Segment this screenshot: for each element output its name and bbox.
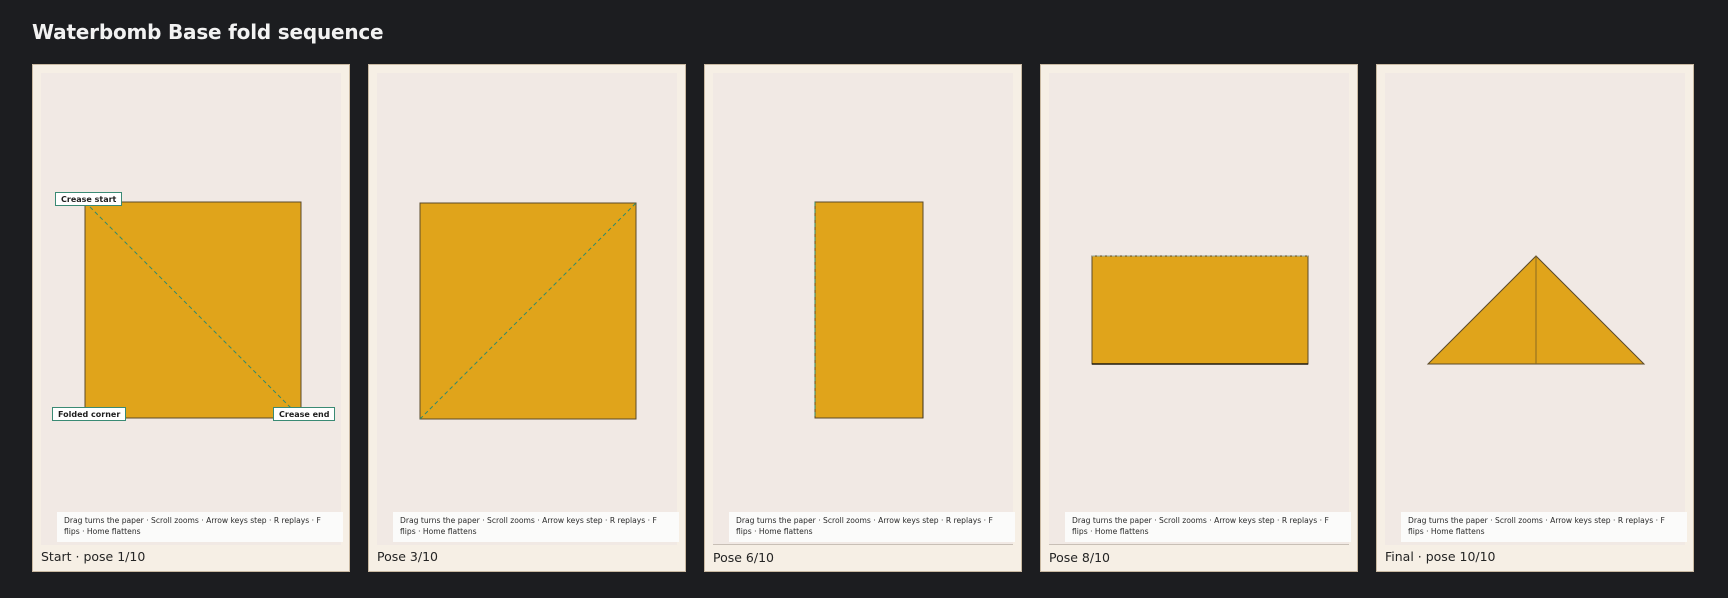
pose-caption: Pose 8/10 xyxy=(1049,544,1349,568)
controls-hint: Drag turns the paper · Scroll zooms · Ar… xyxy=(393,512,679,542)
pose-panel-3: Drag turns the paper · Scroll zooms · Ar… xyxy=(368,64,686,572)
fold-viewport[interactable]: Drag turns the paper · Scroll zooms · Ar… xyxy=(377,73,679,545)
controls-hint: Drag turns the paper · Scroll zooms · Ar… xyxy=(1401,512,1687,542)
page-title: Waterbomb Base fold sequence xyxy=(32,20,384,44)
crease-end-label: Crease end xyxy=(273,407,336,421)
pose-panel-start: Drag turns the paper · Scroll zooms · Ar… xyxy=(32,64,350,572)
fold-viewport[interactable]: Drag turns the paper · Scroll zooms · Ar… xyxy=(1385,73,1687,545)
paper-model xyxy=(419,202,637,420)
pose-caption: Final · pose 10/10 xyxy=(1385,549,1496,564)
controls-hint: Drag turns the paper · Scroll zooms · Ar… xyxy=(729,512,1015,542)
folded-corner-label: Folded corner xyxy=(52,407,127,421)
paper-model xyxy=(814,201,924,419)
crease-start-label: Crease start xyxy=(55,192,123,206)
fold-viewport[interactable]: Drag turns the paper · Scroll zooms · Ar… xyxy=(1049,73,1351,545)
controls-hint: Drag turns the paper · Scroll zooms · Ar… xyxy=(1065,512,1351,542)
paper-model xyxy=(1091,255,1309,365)
paper-model xyxy=(1426,255,1646,365)
pose-panel-6: Drag turns the paper · Scroll zooms · Ar… xyxy=(704,64,1022,572)
fold-viewport[interactable]: Drag turns the paper · Scroll zooms · Ar… xyxy=(713,73,1015,545)
pose-caption: Start · pose 1/10 xyxy=(41,549,146,564)
pose-panel-final: Drag turns the paper · Scroll zooms · Ar… xyxy=(1376,64,1694,572)
fold-viewport[interactable]: Drag turns the paper · Scroll zooms · Ar… xyxy=(41,73,343,545)
controls-hint: Drag turns the paper · Scroll zooms · Ar… xyxy=(57,512,343,542)
pose-caption: Pose 3/10 xyxy=(377,549,438,564)
paper-model xyxy=(84,201,302,419)
paper-rectangle xyxy=(1091,255,1309,365)
pose-panel-8: Drag turns the paper · Scroll zooms · Ar… xyxy=(1040,64,1358,572)
pose-caption: Pose 6/10 xyxy=(713,544,1013,568)
paper-rectangle xyxy=(814,201,924,419)
